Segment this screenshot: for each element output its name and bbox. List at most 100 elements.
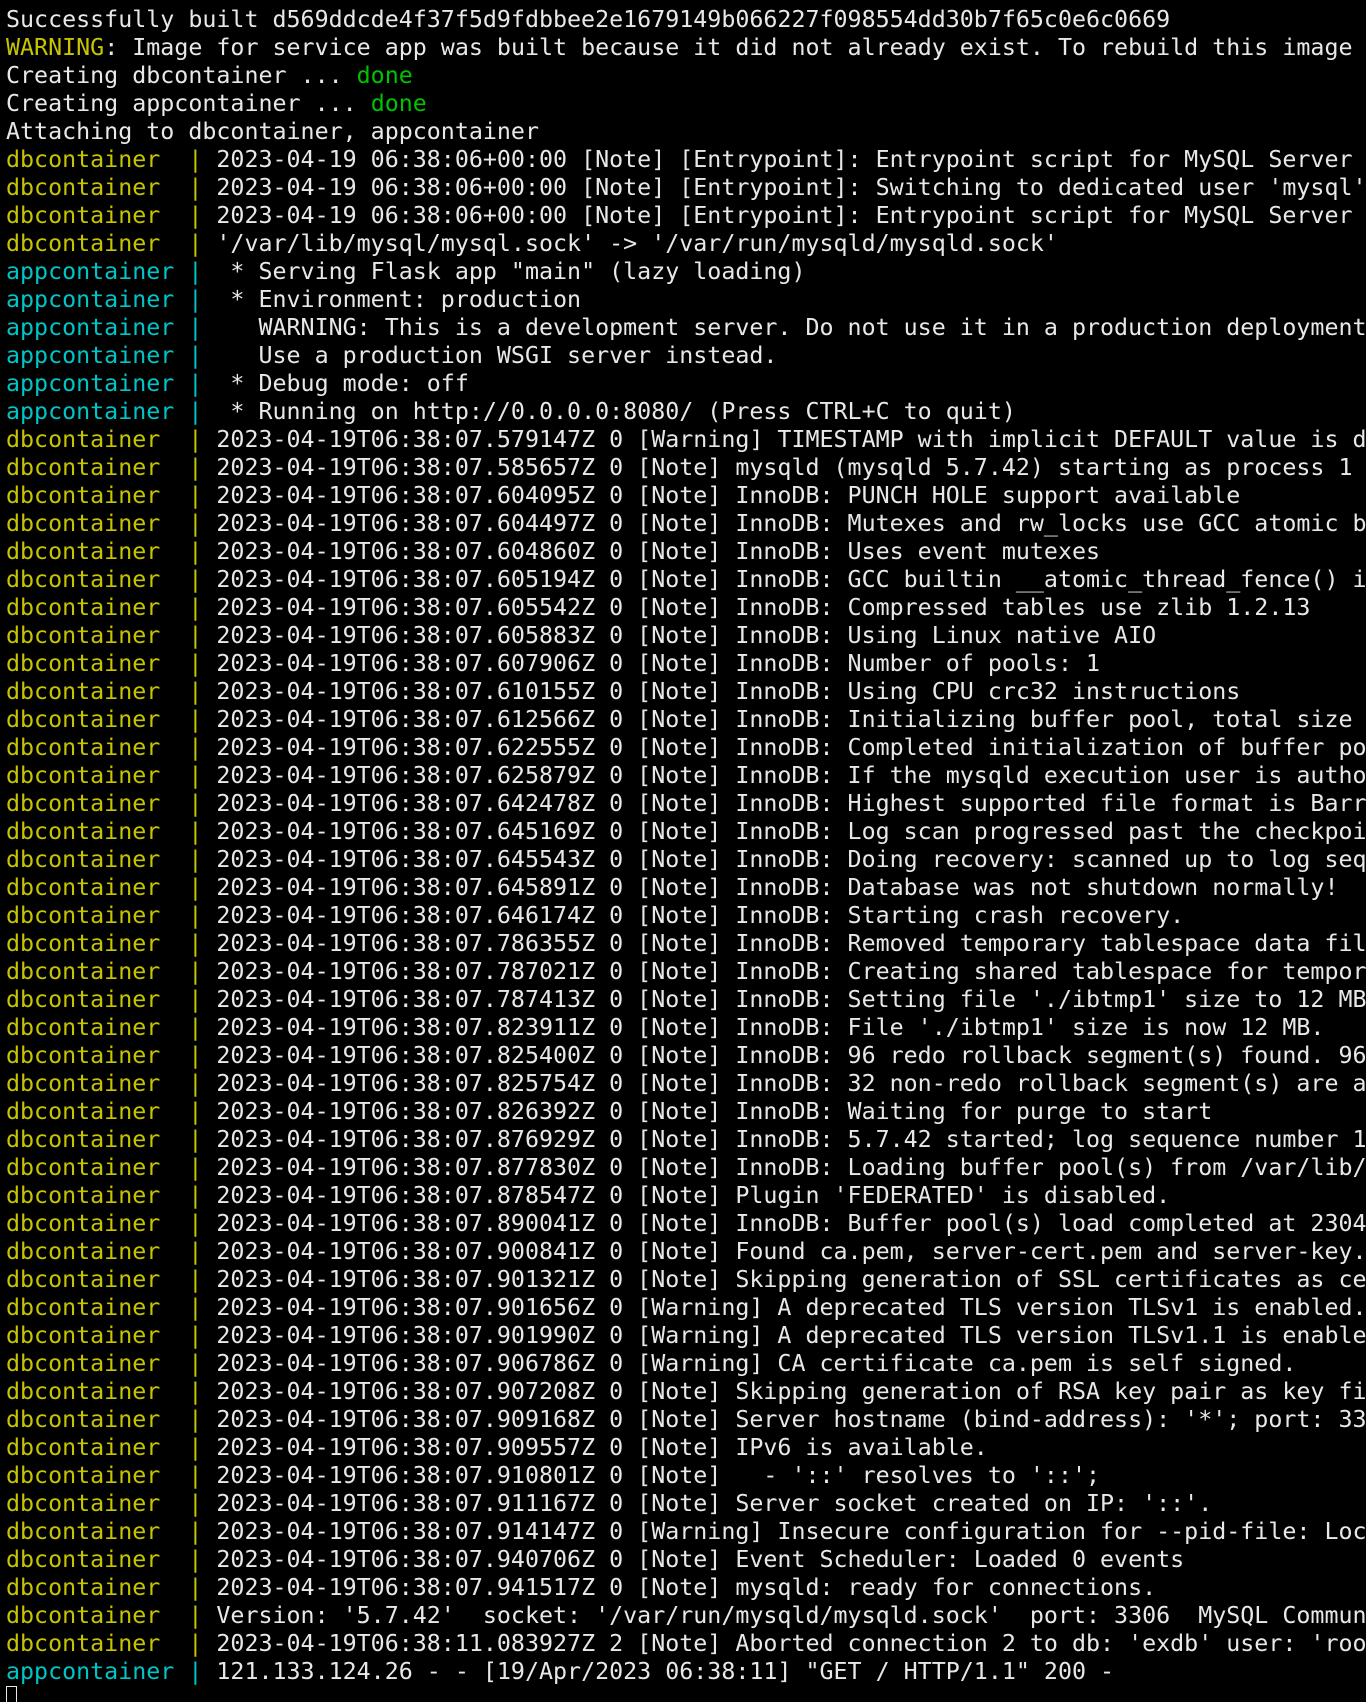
log-text: 2023-04-19T06:38:07.941517Z 0 [Note] mys… <box>216 1574 1157 1601</box>
clipped-previous-line <box>6 0 706 3</box>
log-text: 2023-04-19T06:38:07.645169Z 0 [Note] Inn… <box>216 818 1366 845</box>
terminal-line: dbcontainer | 2023-04-19T06:38:07.911167… <box>6 1490 1366 1518</box>
container-prefix: appcontainer | <box>6 1658 217 1685</box>
container-prefix: dbcontainer | <box>6 1490 217 1517</box>
log-text: 2023-04-19T06:38:07.940706Z 0 [Note] Eve… <box>216 1546 1185 1573</box>
log-text: * Debug mode: off <box>216 370 469 397</box>
log-text: 2023-04-19T06:38:07.909557Z 0 [Note] IPv… <box>216 1434 988 1461</box>
container-prefix: dbcontainer | <box>6 1182 217 1209</box>
terminal-line: dbcontainer | 2023-04-19T06:38:07.607906… <box>6 650 1366 678</box>
log-text: 2023-04-19T06:38:07.625879Z 0 [Note] Inn… <box>216 762 1366 789</box>
log-text: 2023-04-19T06:38:07.877830Z 0 [Note] Inn… <box>216 1154 1366 1181</box>
terminal-window[interactable]: Successfully built d569ddcde4f37f5d9fdbb… <box>0 0 1366 1702</box>
terminal-line: dbcontainer | 2023-04-19T06:38:07.646174… <box>6 902 1366 930</box>
terminal-line: dbcontainer | 2023-04-19T06:38:07.579147… <box>6 426 1366 454</box>
container-prefix: dbcontainer | <box>6 1210 217 1237</box>
log-text: 2023-04-19T06:38:07.910801Z 0 [Note] - '… <box>216 1462 1101 1489</box>
log-text: 2023-04-19T06:38:07.900841Z 0 [Note] Fou… <box>216 1238 1366 1265</box>
container-prefix: dbcontainer | <box>6 986 217 1013</box>
log-text: 2023-04-19T06:38:07.610155Z 0 [Note] Inn… <box>216 678 1241 705</box>
container-prefix: dbcontainer | <box>6 426 217 453</box>
log-text: Use a production WSGI server instead. <box>216 342 778 369</box>
terminal-line: appcontainer | * Running on http://0.0.0… <box>6 398 1366 426</box>
log-text: WARNING <box>6 34 105 61</box>
log-text: 2023-04-19T06:38:07.823911Z 0 [Note] Inn… <box>216 1014 1325 1041</box>
container-prefix: dbcontainer | <box>6 790 217 817</box>
terminal-line: appcontainer | 121.133.124.26 - - [19/Ap… <box>6 1658 1366 1686</box>
terminal-line: dbcontainer | 2023-04-19T06:38:07.825400… <box>6 1042 1366 1070</box>
terminal-line: dbcontainer | 2023-04-19T06:38:07.825754… <box>6 1070 1366 1098</box>
log-text: done <box>370 90 427 117</box>
log-text: 2023-04-19T06:38:07.645543Z 0 [Note] Inn… <box>216 846 1366 873</box>
terminal-line: dbcontainer | 2023-04-19T06:38:07.645169… <box>6 818 1366 846</box>
container-prefix: dbcontainer | <box>6 1042 217 1069</box>
container-prefix: dbcontainer | <box>6 902 217 929</box>
log-text: 2023-04-19T06:38:07.622555Z 0 [Note] Inn… <box>216 734 1366 761</box>
terminal-line: dbcontainer | 2023-04-19T06:38:07.901656… <box>6 1294 1366 1322</box>
log-text: 2023-04-19T06:38:07.605542Z 0 [Note] Inn… <box>216 594 1311 621</box>
log-text: Successfully built d569ddcde4f37f5d9fdbb… <box>6 6 1171 33</box>
terminal-line: dbcontainer | 2023-04-19T06:38:07.622555… <box>6 734 1366 762</box>
container-prefix: dbcontainer | <box>6 454 217 481</box>
terminal-line: appcontainer | * Debug mode: off <box>6 370 1366 398</box>
log-text: 2023-04-19T06:38:07.579147Z 0 [Warning] … <box>216 426 1366 453</box>
container-prefix: dbcontainer | <box>6 1378 217 1405</box>
terminal-line: dbcontainer | 2023-04-19T06:38:07.645543… <box>6 846 1366 874</box>
terminal-line: dbcontainer | 2023-04-19T06:38:07.604860… <box>6 538 1366 566</box>
container-prefix: dbcontainer | <box>6 1546 217 1573</box>
log-text: Creating dbcontainer ... <box>6 62 357 89</box>
terminal-line: dbcontainer | 2023-04-19T06:38:11.083927… <box>6 1630 1366 1658</box>
terminal-line: Attaching to dbcontainer, appcontainer <box>6 118 1366 146</box>
container-prefix: dbcontainer | <box>6 930 217 957</box>
terminal-line: dbcontainer | 2023-04-19T06:38:07.605883… <box>6 622 1366 650</box>
terminal-line: dbcontainer | 2023-04-19T06:38:07.787021… <box>6 958 1366 986</box>
log-text: 2023-04-19T06:38:07.878547Z 0 [Note] Plu… <box>216 1182 1171 1209</box>
container-prefix: dbcontainer | <box>6 202 217 229</box>
log-text: 2023-04-19T06:38:07.907208Z 0 [Note] Ski… <box>216 1378 1366 1405</box>
container-prefix: dbcontainer | <box>6 538 217 565</box>
log-text: Version: '5.7.42' socket: '/var/run/mysq… <box>216 1602 1366 1629</box>
log-text: Attaching to dbcontainer, appcontainer <box>6 118 539 145</box>
terminal-line: dbcontainer | 2023-04-19T06:38:07.910801… <box>6 1462 1366 1490</box>
log-text: 2023-04-19 06:38:06+00:00 [Note] [Entryp… <box>216 202 1366 229</box>
container-prefix: dbcontainer | <box>6 1154 217 1181</box>
log-text: done <box>356 62 413 89</box>
container-prefix: dbcontainer | <box>6 1434 217 1461</box>
log-text: 2023-04-19T06:38:07.890041Z 0 [Note] Inn… <box>216 1210 1366 1237</box>
log-text: 2023-04-19T06:38:07.786355Z 0 [Note] Inn… <box>216 930 1366 957</box>
log-text: 2023-04-19T06:38:07.876929Z 0 [Note] Inn… <box>216 1126 1366 1153</box>
container-prefix: dbcontainer | <box>6 1518 217 1545</box>
container-prefix: dbcontainer | <box>6 482 217 509</box>
container-prefix: dbcontainer | <box>6 1574 217 1601</box>
container-prefix: dbcontainer | <box>6 510 217 537</box>
container-prefix: dbcontainer | <box>6 734 217 761</box>
log-text: 2023-04-19T06:38:07.825754Z 0 [Note] Inn… <box>216 1070 1366 1097</box>
log-text: 2023-04-19T06:38:07.604860Z 0 [Note] Inn… <box>216 538 1101 565</box>
terminal-line: dbcontainer | 2023-04-19T06:38:07.585657… <box>6 454 1366 482</box>
log-text: Creating appcontainer ... <box>6 90 371 117</box>
container-prefix: dbcontainer | <box>6 174 217 201</box>
terminal-line: Successfully built d569ddcde4f37f5d9fdbb… <box>6 6 1366 34</box>
container-prefix: dbcontainer | <box>6 1406 217 1433</box>
log-text: 121.133.124.26 - - [19/Apr/2023 06:38:11… <box>216 1658 1115 1685</box>
log-text: 2023-04-19T06:38:07.607906Z 0 [Note] Inn… <box>216 650 1101 677</box>
container-prefix: dbcontainer | <box>6 762 217 789</box>
terminal-line: dbcontainer | 2023-04-19T06:38:07.901990… <box>6 1322 1366 1350</box>
container-prefix: appcontainer | <box>6 286 217 313</box>
log-text: 2023-04-19 06:38:06+00:00 [Note] [Entryp… <box>216 174 1366 201</box>
terminal-line: dbcontainer | 2023-04-19 06:38:06+00:00 … <box>6 202 1366 230</box>
container-prefix: appcontainer | <box>6 370 217 397</box>
container-prefix: dbcontainer | <box>6 566 217 593</box>
container-prefix: dbcontainer | <box>6 818 217 845</box>
log-text: 2023-04-19T06:38:11.083927Z 2 [Note] Abo… <box>216 1630 1366 1657</box>
log-text: WARNING: This is a development server. D… <box>216 314 1366 341</box>
terminal-line: dbcontainer | 2023-04-19T06:38:07.914147… <box>6 1518 1366 1546</box>
terminal-line: dbcontainer | 2023-04-19T06:38:07.605194… <box>6 566 1366 594</box>
terminal-line: appcontainer | Use a production WSGI ser… <box>6 342 1366 370</box>
terminal-line: dbcontainer | 2023-04-19T06:38:07.878547… <box>6 1182 1366 1210</box>
terminal-line: dbcontainer | 2023-04-19T06:38:07.625879… <box>6 762 1366 790</box>
container-prefix: dbcontainer | <box>6 1126 217 1153</box>
terminal-cursor <box>6 1686 17 1702</box>
container-prefix: dbcontainer | <box>6 1630 217 1657</box>
terminal-line: dbcontainer | 2023-04-19T06:38:07.642478… <box>6 790 1366 818</box>
